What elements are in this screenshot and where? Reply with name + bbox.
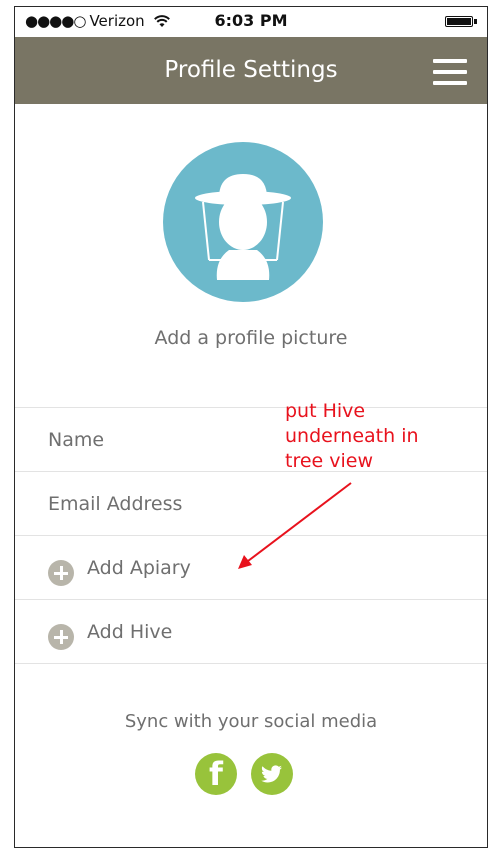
add-apiary-button[interactable]: Add Apiary bbox=[15, 535, 487, 599]
review-annotation: put Hive underneath in tree view bbox=[285, 399, 419, 474]
add-profile-picture-label[interactable]: Add a profile picture bbox=[15, 327, 487, 349]
plus-circle-icon bbox=[48, 624, 74, 650]
annotation-line: underneath in bbox=[285, 425, 419, 447]
annotation-line: tree view bbox=[285, 450, 374, 472]
add-hive-button[interactable]: Add Hive bbox=[15, 599, 487, 664]
add-hive-label: Add Hive bbox=[87, 621, 173, 643]
annotation-line: put Hive bbox=[285, 400, 366, 422]
profile-avatar-icon[interactable] bbox=[163, 142, 323, 302]
status-bar: ●●●●○ Verizon 6:03 PM bbox=[15, 7, 487, 37]
page-title: Profile Settings bbox=[164, 57, 338, 83]
email-label: Email Address bbox=[48, 493, 183, 515]
plus-circle-icon bbox=[48, 560, 74, 586]
name-label: Name bbox=[48, 429, 105, 451]
battery-icon bbox=[445, 16, 477, 27]
hamburger-icon[interactable] bbox=[433, 59, 467, 85]
twitter-icon[interactable] bbox=[251, 753, 293, 795]
add-apiary-label: Add Apiary bbox=[87, 557, 191, 579]
facebook-icon[interactable]: f bbox=[195, 753, 237, 795]
status-time: 6:03 PM bbox=[214, 11, 288, 30]
sync-social-label: Sync with your social media bbox=[124, 711, 378, 732]
email-field[interactable]: Email Address bbox=[15, 471, 487, 535]
nav-bar: Profile Settings bbox=[15, 37, 487, 104]
